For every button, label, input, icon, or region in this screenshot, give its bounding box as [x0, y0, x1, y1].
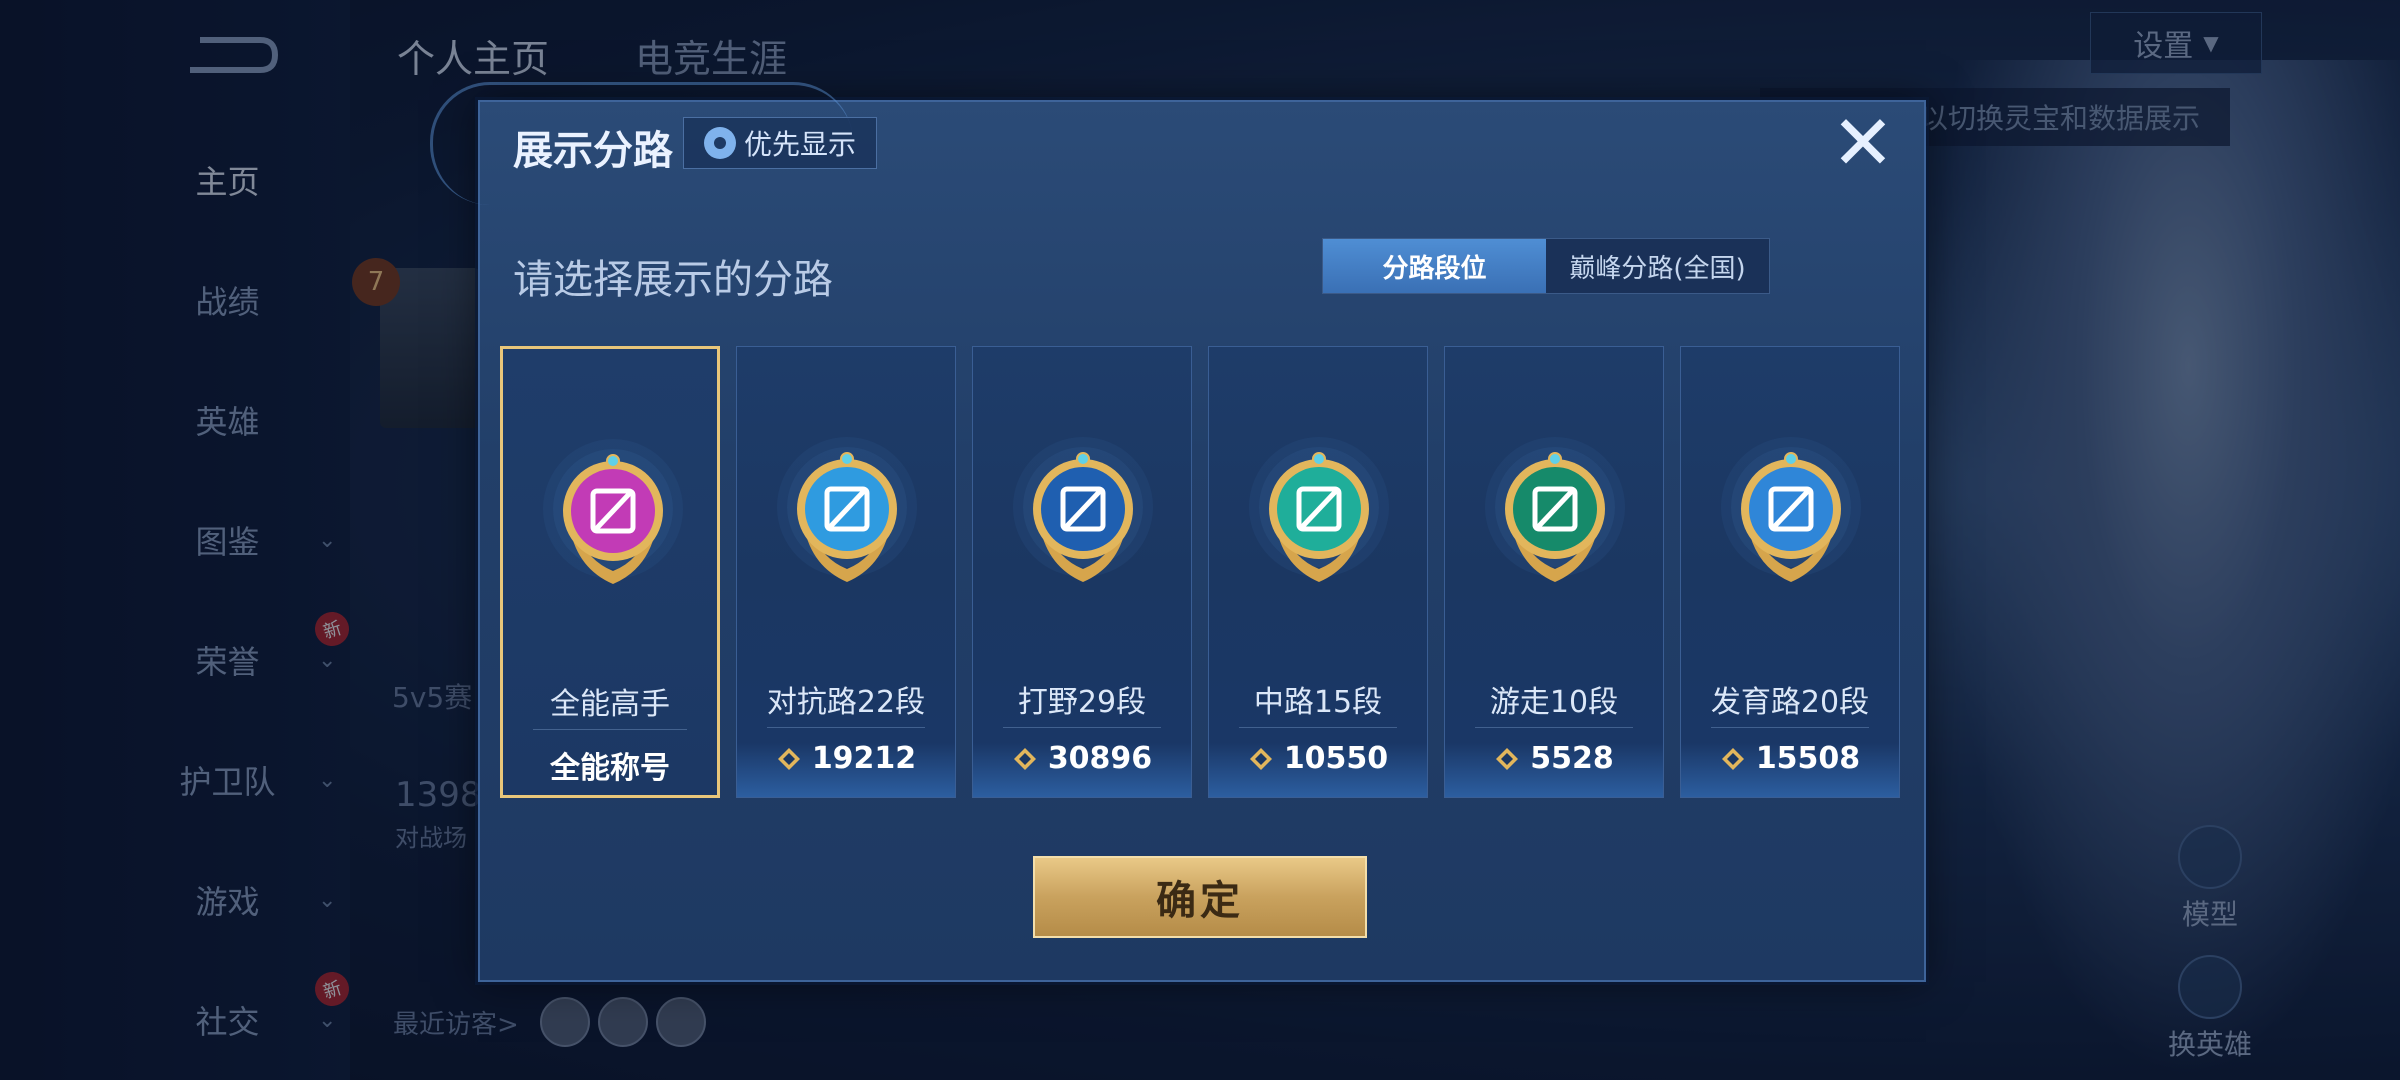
- peak-score-icon: [1249, 747, 1272, 770]
- lane-score: 全能称号: [503, 743, 717, 787]
- priority-display-button[interactable]: 优先显示: [683, 117, 877, 169]
- lane-rank-label: 对抗路22段: [766, 685, 926, 720]
- divider: [1003, 727, 1161, 728]
- gear-icon: [703, 127, 736, 159]
- lane-score: 5528: [1445, 741, 1663, 776]
- divider: [767, 727, 925, 728]
- lane-card[interactable]: 中路15段 10550: [1208, 346, 1428, 798]
- lane-rank-label: 游走10段: [1489, 685, 1619, 720]
- confirm-button[interactable]: 确定: [1033, 856, 1367, 938]
- divider: [1475, 727, 1633, 728]
- lane-score: 15508: [1681, 741, 1899, 776]
- divider: [1711, 727, 1869, 728]
- lane-rank-label: 全能高手: [550, 687, 670, 722]
- mid-lane-icon: [1269, 452, 1369, 582]
- priority-label: 优先显示: [743, 128, 856, 161]
- roam-icon: [1505, 452, 1605, 582]
- lane-card[interactable]: 打野29段 30896: [972, 346, 1192, 798]
- lane-rank-label: 打野29段: [1017, 685, 1147, 720]
- divider: [533, 729, 687, 730]
- lane-type-toggle: 分路段位 巅峰分路(全国): [1322, 238, 1770, 294]
- lane-card[interactable]: 发育路20段 15508: [1680, 346, 1900, 798]
- close-icon[interactable]: ✕: [1830, 105, 1896, 181]
- lane-score: 30896: [973, 741, 1191, 776]
- lane-card[interactable]: 游走10段 5528: [1444, 346, 1664, 798]
- lane-rank-label: 发育路20段: [1710, 685, 1870, 720]
- farm-lane-icon: [1741, 452, 1841, 582]
- lane-score-value: 30896: [1047, 741, 1153, 776]
- jungle-icon: [1033, 452, 1133, 582]
- display-lane-modal: 展示分路 优先显示 ✕ 请选择展示的分路 分路段位 巅峰分路(全国) 全能高手全…: [430, 82, 1926, 982]
- lane-score: 19212: [737, 741, 955, 776]
- peak-score-icon: [777, 747, 800, 770]
- modal-subtitle: 请选择展示的分路: [513, 257, 833, 303]
- lane-score-value: 19212: [811, 741, 917, 776]
- all-round-icon: [563, 454, 663, 584]
- tab-lane-rank[interactable]: 分路段位: [1323, 239, 1546, 293]
- lane-card[interactable]: 全能高手 全能称号: [500, 346, 720, 798]
- lane-score-value: 5528: [1530, 741, 1614, 776]
- divider: [1239, 727, 1397, 728]
- lane-rank-label: 中路15段: [1253, 685, 1383, 720]
- peak-score-icon: [1013, 747, 1036, 770]
- peak-score-icon: [1721, 747, 1744, 770]
- lane-score: 10550: [1209, 741, 1427, 776]
- lane-card[interactable]: 对抗路22段 19212: [736, 346, 956, 798]
- tab-peak-lane[interactable]: 巅峰分路(全国): [1546, 239, 1769, 293]
- modal-title: 展示分路: [513, 128, 673, 174]
- lane-score-value: 10550: [1283, 741, 1389, 776]
- clash-lane-icon: [797, 452, 897, 582]
- lane-score-value: 全能称号: [550, 751, 670, 786]
- lane-score-value: 15508: [1755, 741, 1861, 776]
- peak-score-icon: [1496, 747, 1519, 770]
